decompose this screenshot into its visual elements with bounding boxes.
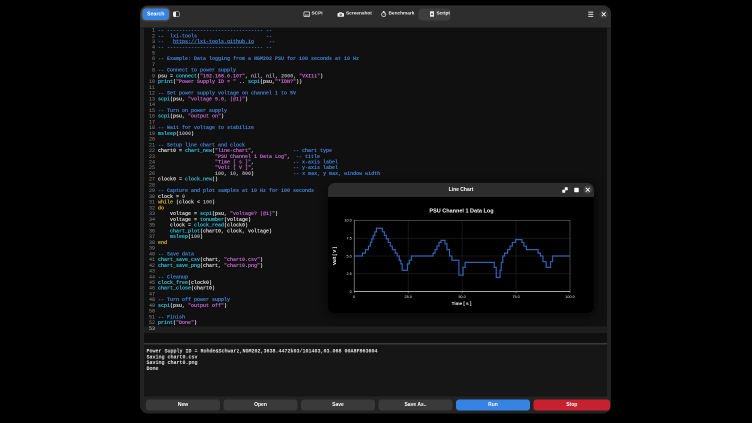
svg-text:50.0: 50.0 <box>458 295 465 299</box>
svg-text:7.5: 7.5 <box>346 236 351 240</box>
svg-text:PSU Channel 1 Data Log: PSU Channel 1 Data Log <box>429 209 493 215</box>
svg-text:0: 0 <box>350 290 352 294</box>
svg-text:Time [ s ]: Time [ s ] <box>452 301 472 306</box>
svg-text:Volt [ V ]: Volt [ V ] <box>332 247 337 265</box>
svg-text:25.0: 25.0 <box>404 295 411 299</box>
svg-text:2.5: 2.5 <box>346 272 351 276</box>
svg-text:10.0: 10.0 <box>344 219 351 223</box>
svg-text:5.0: 5.0 <box>346 254 351 258</box>
svg-text:0: 0 <box>353 295 355 299</box>
svg-text:75.0: 75.0 <box>512 295 519 299</box>
svg-text:100.0: 100.0 <box>565 295 574 299</box>
